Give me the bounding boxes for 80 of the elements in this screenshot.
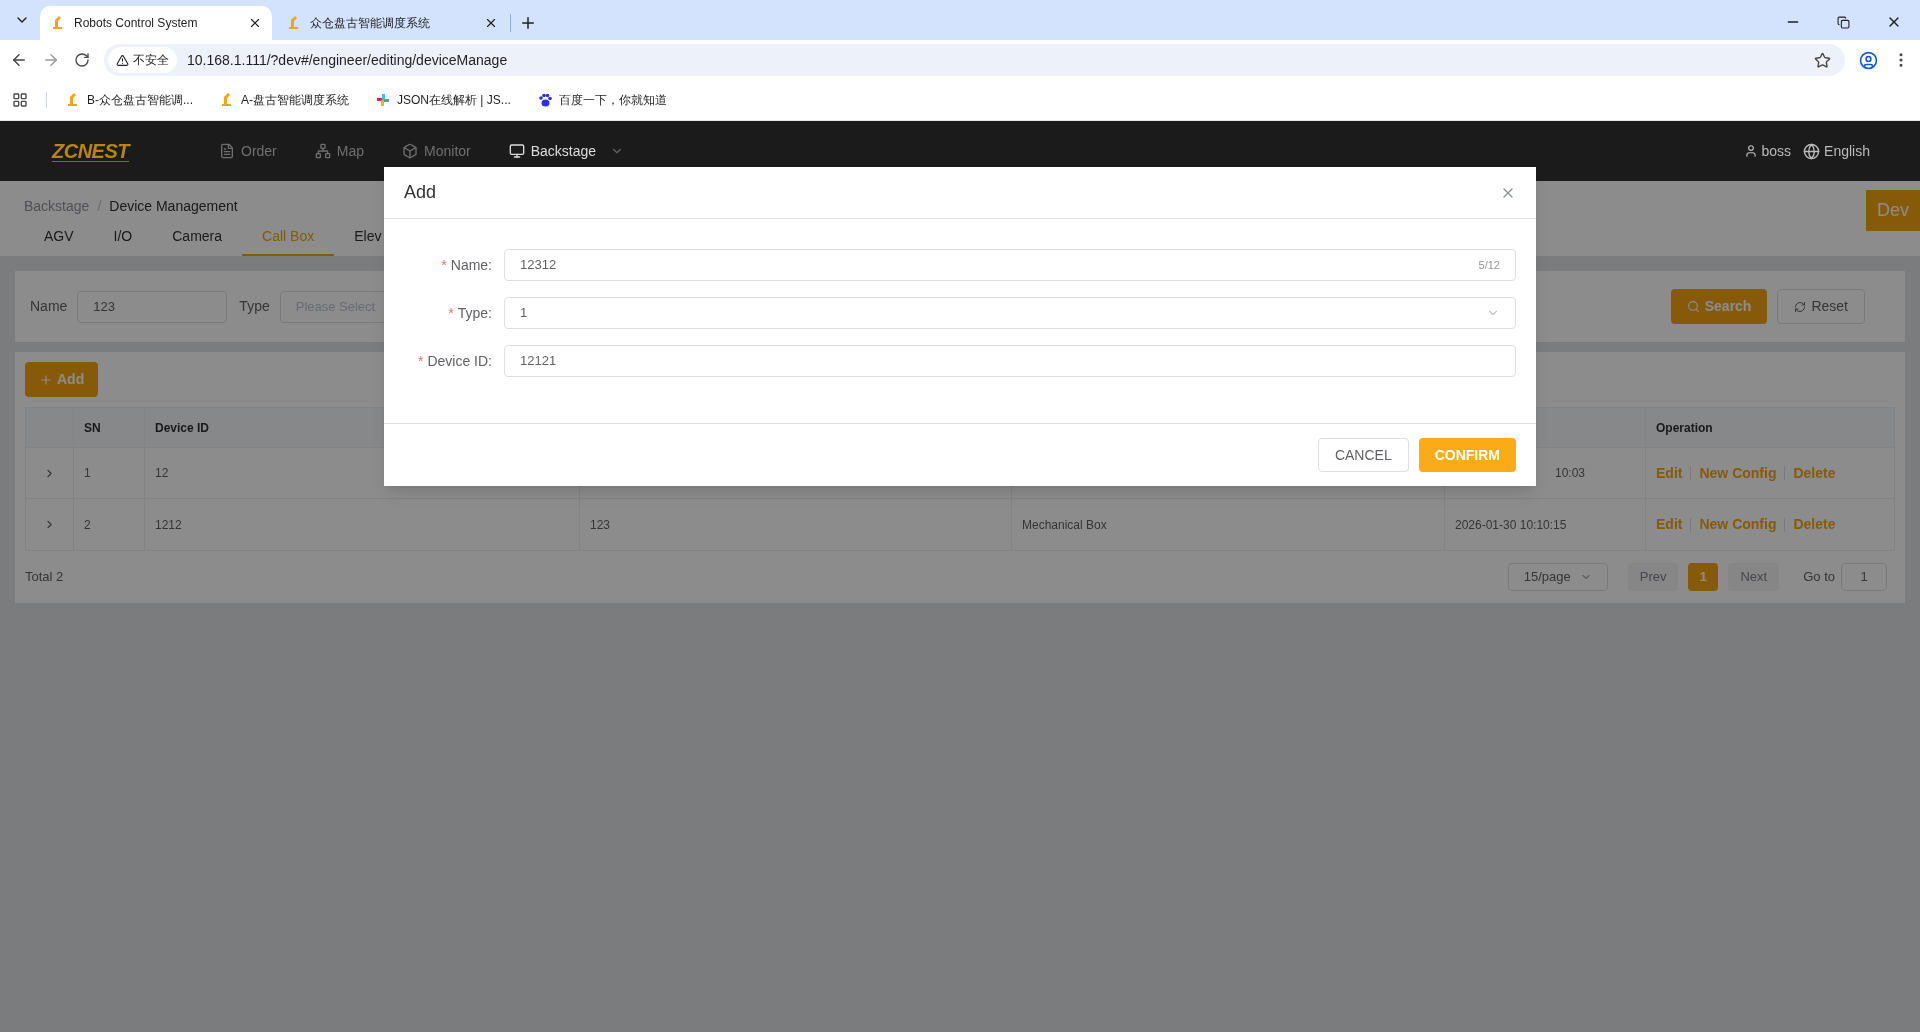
nav-item[interactable]: Monitor (402, 140, 471, 162)
required-asterisk: * (448, 303, 454, 323)
bookmark[interactable]: B-众仓盘古智能调... (65, 91, 193, 109)
url-text: 10.168.1.111/?dev#/engineer/editing/deviceManage (187, 50, 508, 70)
required-asterisk: * (417, 351, 424, 371)
total-count: Total 2 (25, 568, 64, 587)
globe-icon (1803, 142, 1821, 160)
field-label: Type (239, 297, 270, 316)
nav-item[interactable]: Order (219, 140, 277, 162)
bookmark[interactable]: 百度一下，你就知道 (536, 91, 667, 109)
user-icon (1743, 144, 1758, 158)
browser-tab[interactable]: Robots Control System (40, 6, 272, 40)
type-select[interactable]: 1 (504, 297, 1516, 329)
breadcrumb-item[interactable]: Backstage (24, 196, 90, 217)
tab-title: 众仓盘古智能调度系统 (310, 15, 431, 32)
nav-item[interactable]: Map (314, 140, 365, 162)
dialog-title: Add (404, 181, 437, 204)
logo: ZCNEST (52, 140, 129, 162)
table-cell-text: 123 (590, 516, 611, 534)
forward-icon[interactable] (42, 51, 60, 69)
field-label: Type: (457, 303, 492, 323)
back-icon[interactable] (10, 51, 28, 69)
character-count: 5/12 (1478, 257, 1500, 273)
required-asterisk: * (441, 255, 447, 275)
refresh-icon (1794, 300, 1807, 313)
bookmark[interactable]: A-盘古智能调度系统 (219, 91, 349, 109)
page-number-field[interactable]: 1 (1841, 563, 1887, 591)
sitemap-icon (314, 143, 331, 159)
breadcrumb-item: Device Management (109, 197, 238, 216)
field-label: Name: (450, 255, 492, 275)
search-icon (1686, 300, 1700, 313)
text-field[interactable]: 12312 5/12 (504, 249, 1516, 281)
text-field[interactable]: 12121 (504, 345, 1516, 377)
close-icon[interactable] (248, 16, 262, 30)
breadcrumb-separator: / (97, 197, 102, 216)
document-icon (219, 143, 235, 159)
field-label: Device ID: (427, 351, 492, 371)
column-header: SN (84, 419, 101, 437)
reload-icon[interactable] (74, 52, 90, 68)
plus-icon (39, 372, 53, 387)
table-cell-text: 1 (84, 465, 91, 482)
tab-title: Robots Control System (74, 15, 199, 32)
column-header: Operation (1656, 419, 1713, 437)
security-chip[interactable]: 不安全 (108, 47, 177, 73)
column-header: Device ID (155, 419, 210, 437)
name-field[interactable]: 123 (77, 290, 228, 323)
field-label: Name (30, 297, 68, 316)
restore-icon[interactable] (1837, 15, 1850, 29)
warning-icon (116, 53, 129, 67)
bookmark[interactable]: JSON在线解析 | JS... (375, 91, 511, 109)
device-tab[interactable]: Camera (152, 219, 243, 256)
device-tab[interactable]: AGV (24, 219, 94, 256)
cube-icon (402, 143, 419, 159)
user-menu[interactable]: boss (1743, 140, 1792, 162)
device-tab[interactable]: I/O (93, 219, 153, 256)
language-menu[interactable]: English (1803, 140, 1870, 162)
paw-icon (536, 92, 553, 108)
bookmark-star-icon[interactable] (1814, 51, 1831, 69)
nav-item[interactable]: Backstage (508, 140, 625, 162)
table-cell-text: 2 (84, 516, 91, 534)
table-cell-text: 10:03 (1554, 465, 1585, 482)
address-bar[interactable]: 不安全 10.168.1.111/?dev#/engineer/editing/deviceManage (104, 44, 1845, 76)
pinwheel-icon (375, 92, 391, 108)
page-size-select[interactable]: 15/page (1507, 563, 1608, 591)
apps-icon[interactable] (12, 92, 28, 108)
profile-icon[interactable] (1859, 50, 1878, 70)
reset-button[interactable]: Reset (1777, 289, 1865, 324)
goto-label: Go to (1803, 568, 1835, 587)
table-cell-text: 12 (155, 465, 169, 482)
close-icon[interactable] (484, 16, 498, 30)
table-cell-text: 1212 (155, 516, 182, 534)
cancel-button[interactable]: CANCEL (1317, 438, 1409, 472)
new-tab-icon[interactable] (519, 14, 537, 32)
monitor-icon (508, 143, 525, 159)
dev-badge: Dev (1866, 190, 1920, 231)
browser-tab[interactable]: 众仓盘古智能调度系统 (276, 6, 508, 40)
confirm-button[interactable]: CONFIRM (1418, 438, 1516, 472)
table-cell-text: 2026-01-30 10:10:15 (1455, 516, 1567, 534)
device-tab[interactable]: Elev (334, 219, 402, 256)
table-cell-text: Mechanical Box (1022, 516, 1107, 534)
